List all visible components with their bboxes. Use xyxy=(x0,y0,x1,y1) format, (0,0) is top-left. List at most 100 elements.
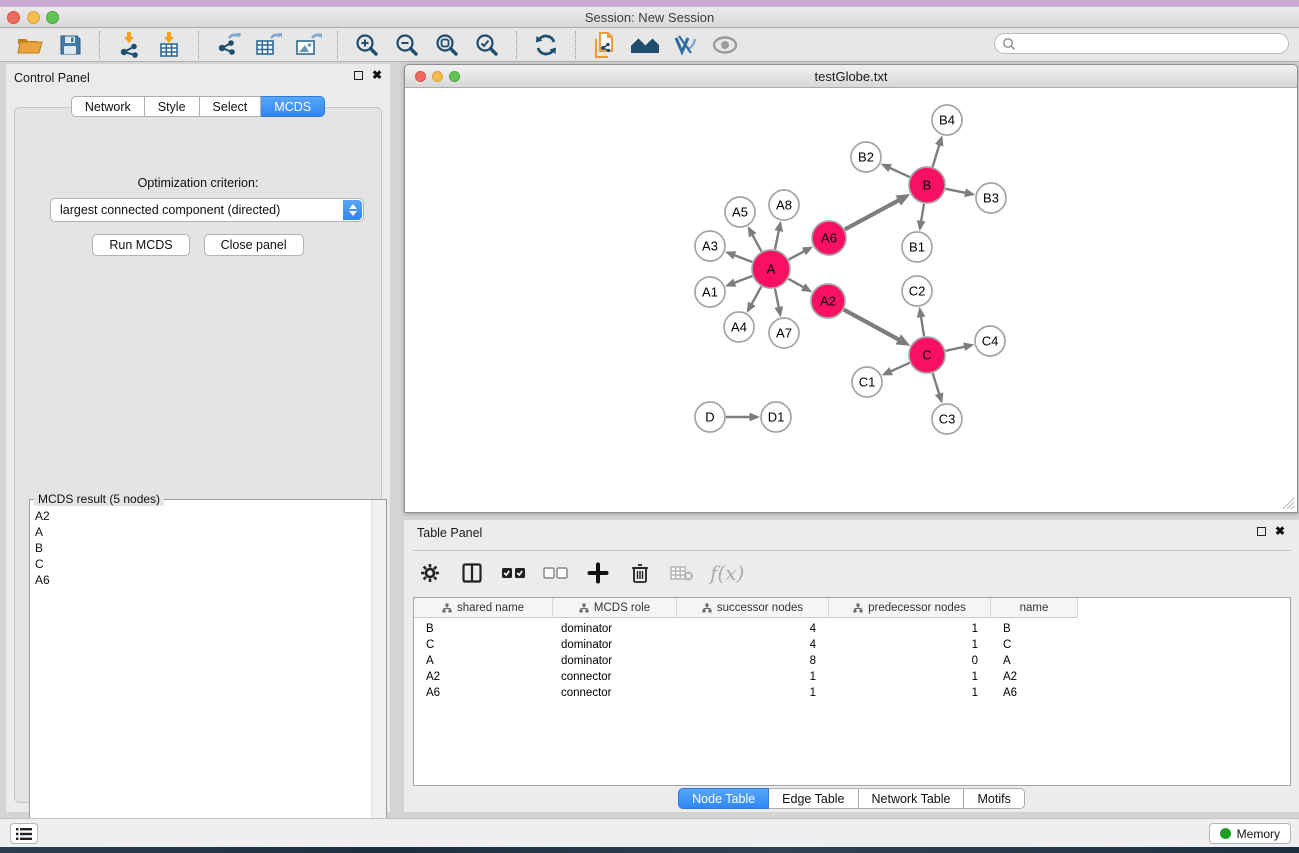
graph-edge-A2-C[interactable] xyxy=(844,310,899,340)
table-toolbar: f(x) xyxy=(416,554,744,592)
table-cell: A6 xyxy=(414,685,553,701)
graph-edge-A-A8[interactable] xyxy=(775,230,779,249)
graph-edge-C-C1[interactable] xyxy=(890,363,909,372)
window-title: Session: New Session xyxy=(0,7,1299,28)
close-window-icon[interactable] xyxy=(7,11,20,24)
save-session-icon[interactable] xyxy=(53,30,87,60)
tab-edge-table[interactable]: Edge Table xyxy=(769,788,858,809)
column-header-successor-nodes[interactable]: successor nodes xyxy=(677,598,829,618)
clone-network-icon[interactable] xyxy=(588,30,622,60)
zoom-in-icon[interactable] xyxy=(350,30,384,60)
mcds-result-item[interactable]: A2 xyxy=(30,508,371,524)
table-row[interactable]: Adominator80A xyxy=(414,653,1290,669)
table-panel-tabs: Node Table Edge Table Network Table Moti… xyxy=(404,788,1299,809)
toolbar-separator xyxy=(516,31,517,59)
scrollbar-track[interactable] xyxy=(371,500,386,842)
column-header-mcds-role[interactable]: MCDS role xyxy=(553,598,677,618)
delete-column-icon[interactable] xyxy=(626,559,654,587)
float-panel-icon[interactable] xyxy=(1257,527,1266,536)
graph-edge-C-C2[interactable] xyxy=(921,316,924,336)
graph-edge-B-B2[interactable] xyxy=(889,168,910,177)
graph-edge-A-A5[interactable] xyxy=(752,234,761,251)
mcds-result-item[interactable]: C xyxy=(30,556,371,572)
hide-selected-icon[interactable] xyxy=(668,30,702,60)
export-image-icon[interactable] xyxy=(291,30,325,60)
import-network-icon[interactable] xyxy=(112,30,146,60)
graph-edge-A-A2[interactable] xyxy=(788,279,804,288)
graph-edge-B-B4[interactable] xyxy=(933,144,940,166)
tab-node-table[interactable]: Node Table xyxy=(678,788,769,809)
tab-mcds[interactable]: MCDS xyxy=(261,96,325,117)
graph-edge-B-B1[interactable] xyxy=(921,204,924,222)
tab-style[interactable]: Style xyxy=(145,96,200,117)
mcds-result-item[interactable]: A6 xyxy=(30,572,371,588)
close-view-icon[interactable] xyxy=(415,71,426,82)
mcds-result-item[interactable]: A xyxy=(30,524,371,540)
maximize-window-icon[interactable] xyxy=(46,11,59,24)
zoom-selected-icon[interactable] xyxy=(470,30,504,60)
arrowhead-icon xyxy=(935,392,943,403)
graph-edge-A-A3[interactable] xyxy=(734,255,752,262)
columns-icon[interactable] xyxy=(458,559,486,587)
run-mcds-button[interactable]: Run MCDS xyxy=(92,234,189,256)
tab-network-table[interactable]: Network Table xyxy=(859,788,965,809)
graph-edge-A-A1[interactable] xyxy=(734,276,752,283)
panel-list-button[interactable] xyxy=(10,823,38,844)
function-builder-icon: f(x) xyxy=(710,561,744,585)
graph-edge-A6-B[interactable] xyxy=(845,200,899,229)
export-table-icon[interactable] xyxy=(251,30,285,60)
minimize-view-icon[interactable] xyxy=(432,71,443,82)
search-input[interactable] xyxy=(994,33,1289,54)
open-session-icon[interactable] xyxy=(13,30,47,60)
graph-edge-A-A7[interactable] xyxy=(775,289,779,308)
tab-motifs[interactable]: Motifs xyxy=(964,788,1024,809)
memory-button[interactable]: Memory xyxy=(1209,823,1291,844)
table-row[interactable]: Cdominator41C xyxy=(414,637,1290,653)
graph-edge-A-A6[interactable] xyxy=(789,251,805,260)
graph-node-label: A1 xyxy=(702,285,718,300)
table-cell: 1 xyxy=(829,685,991,701)
table-row[interactable]: A2connector11A2 xyxy=(414,669,1290,685)
zoom-fit-icon[interactable] xyxy=(430,30,464,60)
desktop-strip xyxy=(0,0,1299,7)
close-panel-icon[interactable]: ✖ xyxy=(372,70,382,80)
home-icon[interactable] xyxy=(628,30,662,60)
gear-icon[interactable] xyxy=(416,559,444,587)
close-panel-button[interactable]: Close panel xyxy=(204,234,304,256)
float-panel-icon[interactable] xyxy=(354,71,363,80)
column-header-predecessor-nodes[interactable]: predecessor nodes xyxy=(829,598,991,618)
column-header-name[interactable]: name xyxy=(991,598,1078,618)
tab-network[interactable]: Network xyxy=(71,96,145,117)
graph-edge-B-B3[interactable] xyxy=(946,189,966,193)
show-all-icon[interactable] xyxy=(708,30,742,60)
table-row[interactable]: A6connector11A6 xyxy=(414,685,1290,701)
tab-select[interactable]: Select xyxy=(200,96,262,117)
zoom-out-icon[interactable] xyxy=(390,30,424,60)
network-canvas[interactable]: B4B2BB3B1A5A8A6A3AA1A2A4A7C2CC4C1C3DD1 xyxy=(405,88,1297,512)
graph-node-label: A2 xyxy=(820,294,836,309)
import-table-icon[interactable] xyxy=(152,30,186,60)
refresh-layout-icon[interactable] xyxy=(529,30,563,60)
graph-node-label: A4 xyxy=(731,320,747,335)
criterion-value: largest connected component (directed) xyxy=(60,203,280,217)
optimization-criterion-label: Optimization criterion: xyxy=(15,176,381,190)
arrowhead-icon xyxy=(935,135,943,146)
resize-grip-icon[interactable] xyxy=(1282,497,1295,510)
export-network-icon[interactable] xyxy=(211,30,245,60)
select-all-icon[interactable] xyxy=(500,559,528,587)
graph-edge-A-A4[interactable] xyxy=(751,287,761,305)
mcds-result-item[interactable]: B xyxy=(30,540,371,556)
column-header-shared-name[interactable]: shared name xyxy=(414,598,553,618)
deselect-all-icon[interactable] xyxy=(542,559,570,587)
table-row[interactable]: Bdominator41B xyxy=(414,621,1290,637)
criterion-dropdown[interactable]: largest connected component (directed) xyxy=(50,198,364,222)
minimize-window-icon[interactable] xyxy=(27,11,40,24)
network-window-titlebar[interactable]: testGlobe.txt xyxy=(405,65,1297,88)
add-column-icon[interactable] xyxy=(584,559,612,587)
graph-edge-C-C4[interactable] xyxy=(946,347,966,351)
table-cell: C xyxy=(414,637,553,653)
graph-node-label: D1 xyxy=(768,410,785,425)
maximize-view-icon[interactable] xyxy=(449,71,460,82)
close-panel-icon[interactable]: ✖ xyxy=(1275,526,1285,536)
graph-edge-C-C3[interactable] xyxy=(933,373,940,395)
